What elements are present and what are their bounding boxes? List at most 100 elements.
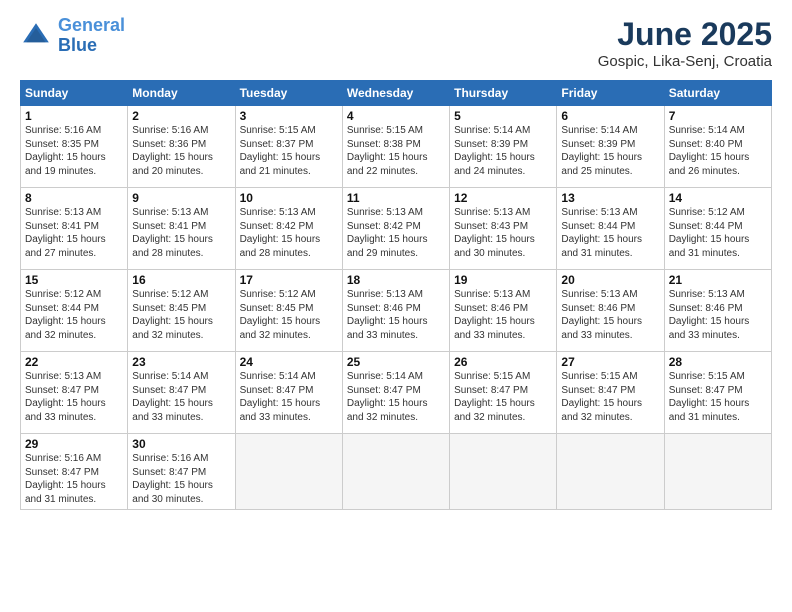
calendar-header-saturday: Saturday [664, 81, 771, 106]
day-number: 9 [132, 191, 230, 205]
calendar-cell [342, 434, 449, 510]
calendar-cell: 24Sunrise: 5:14 AM Sunset: 8:47 PM Dayli… [235, 352, 342, 434]
calendar-header-thursday: Thursday [450, 81, 557, 106]
calendar-cell: 2Sunrise: 5:16 AM Sunset: 8:36 PM Daylig… [128, 106, 235, 188]
day-info: Sunrise: 5:13 AM Sunset: 8:41 PM Dayligh… [132, 206, 230, 260]
calendar-cell: 15Sunrise: 5:12 AM Sunset: 8:44 PM Dayli… [21, 270, 128, 352]
calendar-header-monday: Monday [128, 81, 235, 106]
day-info: Sunrise: 5:16 AM Sunset: 8:47 PM Dayligh… [25, 452, 123, 506]
page: General Blue June 2025 Gospic, Lika-Senj… [0, 0, 792, 612]
day-info: Sunrise: 5:16 AM Sunset: 8:36 PM Dayligh… [132, 124, 230, 178]
calendar-cell: 19Sunrise: 5:13 AM Sunset: 8:46 PM Dayli… [450, 270, 557, 352]
calendar-week-5: 29Sunrise: 5:16 AM Sunset: 8:47 PM Dayli… [21, 434, 772, 510]
day-info: Sunrise: 5:15 AM Sunset: 8:47 PM Dayligh… [454, 370, 552, 424]
calendar-cell: 26Sunrise: 5:15 AM Sunset: 8:47 PM Dayli… [450, 352, 557, 434]
day-number: 12 [454, 191, 552, 205]
day-info: Sunrise: 5:13 AM Sunset: 8:46 PM Dayligh… [454, 288, 552, 342]
calendar-cell [664, 434, 771, 510]
day-number: 19 [454, 273, 552, 287]
day-info: Sunrise: 5:13 AM Sunset: 8:43 PM Dayligh… [454, 206, 552, 260]
calendar-cell: 23Sunrise: 5:14 AM Sunset: 8:47 PM Dayli… [128, 352, 235, 434]
day-number: 4 [347, 109, 445, 123]
day-info: Sunrise: 5:13 AM Sunset: 8:46 PM Dayligh… [669, 288, 767, 342]
calendar-cell: 16Sunrise: 5:12 AM Sunset: 8:45 PM Dayli… [128, 270, 235, 352]
day-info: Sunrise: 5:15 AM Sunset: 8:37 PM Dayligh… [240, 124, 338, 178]
calendar-cell: 20Sunrise: 5:13 AM Sunset: 8:46 PM Dayli… [557, 270, 664, 352]
subtitle: Gospic, Lika-Senj, Croatia [598, 53, 772, 70]
day-info: Sunrise: 5:13 AM Sunset: 8:46 PM Dayligh… [347, 288, 445, 342]
day-info: Sunrise: 5:14 AM Sunset: 8:39 PM Dayligh… [454, 124, 552, 178]
calendar-cell: 7Sunrise: 5:14 AM Sunset: 8:40 PM Daylig… [664, 106, 771, 188]
day-info: Sunrise: 5:12 AM Sunset: 8:45 PM Dayligh… [132, 288, 230, 342]
day-number: 27 [561, 355, 659, 369]
calendar-cell: 21Sunrise: 5:13 AM Sunset: 8:46 PM Dayli… [664, 270, 771, 352]
calendar-cell: 14Sunrise: 5:12 AM Sunset: 8:44 PM Dayli… [664, 188, 771, 270]
calendar-cell: 11Sunrise: 5:13 AM Sunset: 8:42 PM Dayli… [342, 188, 449, 270]
calendar-week-4: 22Sunrise: 5:13 AM Sunset: 8:47 PM Dayli… [21, 352, 772, 434]
calendar-header-row: SundayMondayTuesdayWednesdayThursdayFrid… [21, 81, 772, 106]
calendar-cell: 13Sunrise: 5:13 AM Sunset: 8:44 PM Dayli… [557, 188, 664, 270]
day-number: 14 [669, 191, 767, 205]
calendar-cell: 30Sunrise: 5:16 AM Sunset: 8:47 PM Dayli… [128, 434, 235, 510]
day-number: 5 [454, 109, 552, 123]
day-info: Sunrise: 5:13 AM Sunset: 8:47 PM Dayligh… [25, 370, 123, 424]
day-number: 3 [240, 109, 338, 123]
logo-icon [20, 20, 52, 52]
logo-line2: Blue [58, 35, 97, 55]
calendar-cell: 28Sunrise: 5:15 AM Sunset: 8:47 PM Dayli… [664, 352, 771, 434]
day-info: Sunrise: 5:12 AM Sunset: 8:45 PM Dayligh… [240, 288, 338, 342]
calendar-cell: 9Sunrise: 5:13 AM Sunset: 8:41 PM Daylig… [128, 188, 235, 270]
day-number: 25 [347, 355, 445, 369]
day-number: 8 [25, 191, 123, 205]
title-block: June 2025 Gospic, Lika-Senj, Croatia [598, 16, 772, 70]
day-info: Sunrise: 5:13 AM Sunset: 8:41 PM Dayligh… [25, 206, 123, 260]
calendar-header-wednesday: Wednesday [342, 81, 449, 106]
day-info: Sunrise: 5:15 AM Sunset: 8:47 PM Dayligh… [669, 370, 767, 424]
calendar-week-1: 1Sunrise: 5:16 AM Sunset: 8:35 PM Daylig… [21, 106, 772, 188]
day-number: 21 [669, 273, 767, 287]
logo: General Blue [20, 16, 125, 56]
day-number: 29 [25, 437, 123, 451]
day-info: Sunrise: 5:14 AM Sunset: 8:47 PM Dayligh… [347, 370, 445, 424]
calendar-cell: 18Sunrise: 5:13 AM Sunset: 8:46 PM Dayli… [342, 270, 449, 352]
calendar-cell: 5Sunrise: 5:14 AM Sunset: 8:39 PM Daylig… [450, 106, 557, 188]
day-number: 16 [132, 273, 230, 287]
day-number: 22 [25, 355, 123, 369]
day-info: Sunrise: 5:16 AM Sunset: 8:35 PM Dayligh… [25, 124, 123, 178]
day-info: Sunrise: 5:14 AM Sunset: 8:39 PM Dayligh… [561, 124, 659, 178]
calendar-cell: 27Sunrise: 5:15 AM Sunset: 8:47 PM Dayli… [557, 352, 664, 434]
day-number: 6 [561, 109, 659, 123]
calendar-cell: 1Sunrise: 5:16 AM Sunset: 8:35 PM Daylig… [21, 106, 128, 188]
calendar-cell [235, 434, 342, 510]
calendar-cell: 10Sunrise: 5:13 AM Sunset: 8:42 PM Dayli… [235, 188, 342, 270]
calendar-cell: 8Sunrise: 5:13 AM Sunset: 8:41 PM Daylig… [21, 188, 128, 270]
day-info: Sunrise: 5:13 AM Sunset: 8:42 PM Dayligh… [347, 206, 445, 260]
calendar-cell: 12Sunrise: 5:13 AM Sunset: 8:43 PM Dayli… [450, 188, 557, 270]
calendar-header-sunday: Sunday [21, 81, 128, 106]
calendar-cell: 25Sunrise: 5:14 AM Sunset: 8:47 PM Dayli… [342, 352, 449, 434]
day-number: 28 [669, 355, 767, 369]
calendar-week-3: 15Sunrise: 5:12 AM Sunset: 8:44 PM Dayli… [21, 270, 772, 352]
day-info: Sunrise: 5:14 AM Sunset: 8:47 PM Dayligh… [132, 370, 230, 424]
day-number: 15 [25, 273, 123, 287]
day-number: 20 [561, 273, 659, 287]
day-number: 1 [25, 109, 123, 123]
calendar-cell [450, 434, 557, 510]
calendar-header-friday: Friday [557, 81, 664, 106]
calendar-header-tuesday: Tuesday [235, 81, 342, 106]
day-number: 13 [561, 191, 659, 205]
day-info: Sunrise: 5:14 AM Sunset: 8:40 PM Dayligh… [669, 124, 767, 178]
calendar-cell: 4Sunrise: 5:15 AM Sunset: 8:38 PM Daylig… [342, 106, 449, 188]
day-info: Sunrise: 5:15 AM Sunset: 8:38 PM Dayligh… [347, 124, 445, 178]
day-number: 10 [240, 191, 338, 205]
calendar-cell [557, 434, 664, 510]
day-info: Sunrise: 5:13 AM Sunset: 8:42 PM Dayligh… [240, 206, 338, 260]
day-info: Sunrise: 5:12 AM Sunset: 8:44 PM Dayligh… [25, 288, 123, 342]
day-number: 11 [347, 191, 445, 205]
calendar-cell: 22Sunrise: 5:13 AM Sunset: 8:47 PM Dayli… [21, 352, 128, 434]
day-number: 17 [240, 273, 338, 287]
day-number: 7 [669, 109, 767, 123]
day-info: Sunrise: 5:15 AM Sunset: 8:47 PM Dayligh… [561, 370, 659, 424]
main-title: June 2025 [598, 16, 772, 53]
day-info: Sunrise: 5:13 AM Sunset: 8:46 PM Dayligh… [561, 288, 659, 342]
